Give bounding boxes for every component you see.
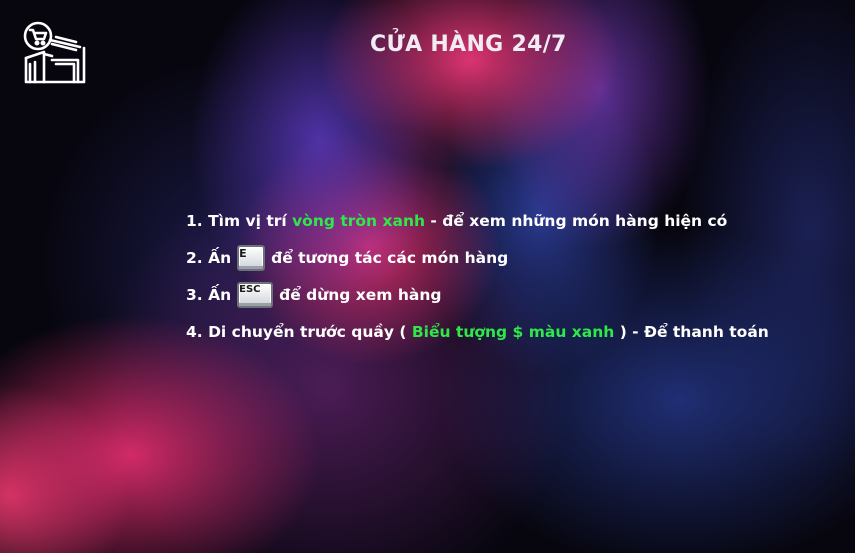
instruction-4: 4. Di chuyển trước quầy ( Biểu tượng $ m… (186, 313, 846, 350)
instruction-3-suffix: để dừng xem hàng (279, 285, 442, 304)
instruction-1-prefix: 1. Tìm vị trí (186, 211, 293, 230)
instruction-4-suffix: ) - Để thanh toán (614, 322, 769, 341)
instruction-2: 2. Ấn E để tương tác các món hàng (186, 239, 846, 276)
instruction-1-highlight: vòng tròn xanh (292, 211, 426, 230)
instruction-4-highlight: Biểu tượng $ màu xanh (411, 322, 615, 341)
instruction-1-suffix: - để xem những món hàng hiện có (425, 211, 728, 230)
instruction-list: 1. Tìm vị trí vòng tròn xanh - để xem nh… (186, 202, 846, 350)
instruction-4-prefix: 4. Di chuyển trước quầy ( (186, 322, 412, 341)
shop-storefront-icon (23, 21, 86, 84)
key-e-icon: E (237, 244, 266, 271)
key-esc-icon: ESC (237, 281, 274, 308)
instruction-2-prefix: 2. Ấn (186, 248, 232, 267)
instruction-3-prefix: 3. Ấn (186, 285, 232, 304)
instruction-1: 1. Tìm vị trí vòng tròn xanh - để xem nh… (186, 202, 846, 239)
instruction-3: 3. Ấn ESC để dừng xem hàng (186, 276, 846, 313)
instruction-2-suffix: để tương tác các món hàng (271, 248, 509, 267)
shop-title: CỬA HÀNG 24/7 (370, 32, 567, 57)
